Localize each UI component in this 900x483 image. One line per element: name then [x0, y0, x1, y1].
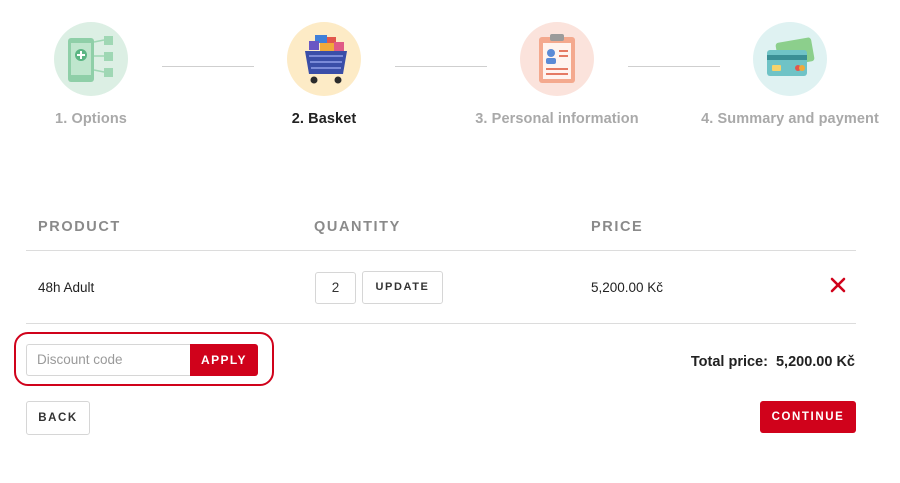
- total-price-amount: 5,200.00 Kč: [775, 354, 855, 370]
- clipboard-profile-icon: [520, 22, 594, 96]
- discount-code-input[interactable]: Discount code: [26, 344, 191, 376]
- column-header-price: PRICE: [591, 219, 644, 235]
- basket-table: PRODUCT QUANTITY PRICE 48h Adult 2 UPDAT…: [26, 205, 856, 324]
- step-summary-and-payment: 4. Summary and payment: [690, 22, 890, 127]
- product-name: 48h Adult: [38, 280, 95, 295]
- total-price-label: Total price:: [690, 354, 768, 370]
- step-label: 3. Personal information: [475, 111, 639, 127]
- table-header: PRODUCT QUANTITY PRICE: [26, 205, 856, 251]
- product-price: 5,200.00 Kč: [591, 280, 664, 295]
- apply-discount-button[interactable]: APPLY: [190, 344, 258, 376]
- checkout-stepper: 1. Options 2. Basket 3. Personal informa…: [0, 0, 900, 140]
- step-options: 1. Options: [0, 22, 191, 127]
- step-label: 1. Options: [55, 111, 127, 127]
- update-button[interactable]: UPDATE: [362, 271, 443, 304]
- step-personal-information: 3. Personal information: [457, 22, 657, 127]
- step-label: 2. Basket: [291, 111, 357, 127]
- continue-button[interactable]: CONTINUE: [760, 401, 856, 433]
- table-row: 48h Adult 2 UPDATE 5,200.00 Kč: [26, 251, 856, 324]
- quantity-input[interactable]: 2: [315, 272, 356, 304]
- credit-cards-icon: [753, 22, 827, 96]
- basket-cart-icon: [287, 22, 361, 96]
- column-header-quantity: QUANTITY: [314, 219, 401, 235]
- column-header-product: PRODUCT: [38, 219, 121, 235]
- total-price: Total price: 5,200.00 Kč: [691, 354, 855, 370]
- step-basket: 2. Basket: [224, 22, 424, 127]
- phone-options-icon: [54, 22, 128, 96]
- back-button[interactable]: BACK: [26, 401, 90, 435]
- remove-item-icon[interactable]: [828, 275, 848, 295]
- step-label: 4. Summary and payment: [701, 111, 879, 127]
